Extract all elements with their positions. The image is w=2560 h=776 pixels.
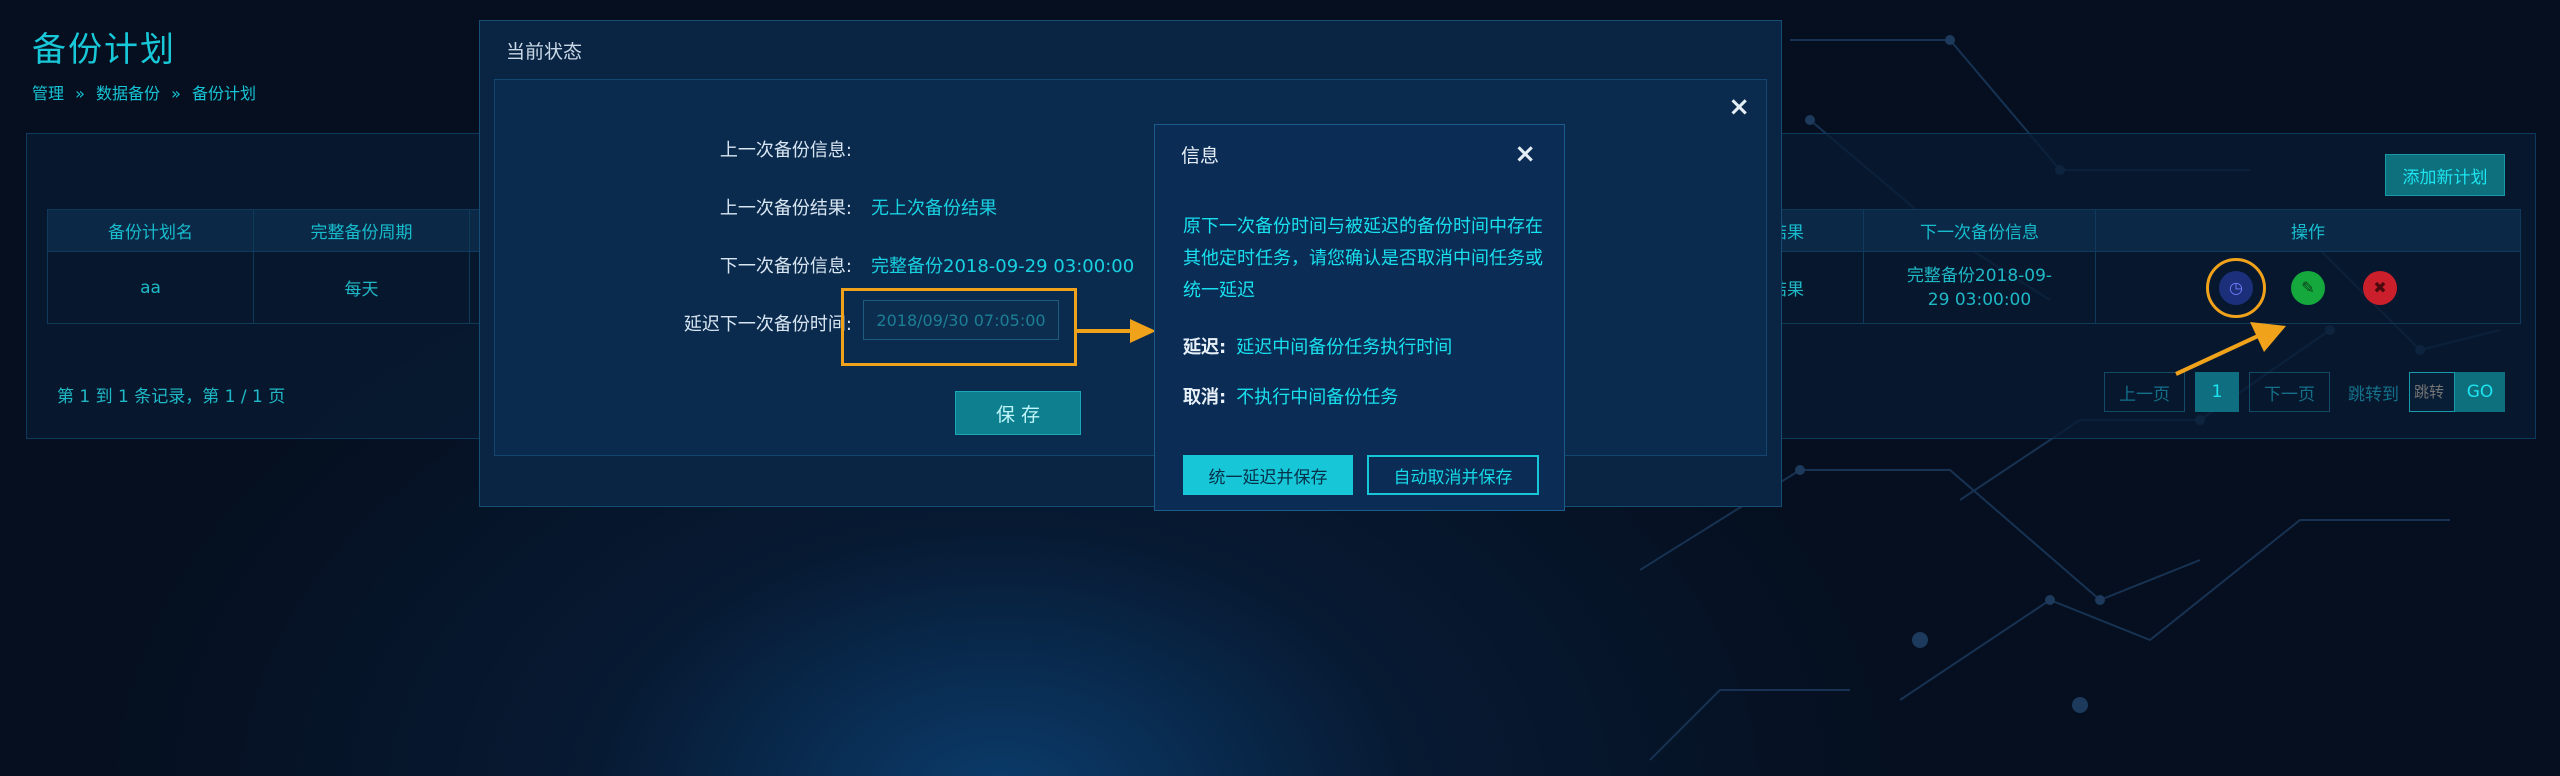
jump-label: 跳转到 [2348,384,2399,405]
breadcrumb-separator: » [75,84,85,103]
cancel-text: 不执行中间备份任务 [1236,387,1399,408]
next-info-label: 下一次备份信息: [719,256,852,277]
next-info-text: 完整备份2018-09-29 03:00:00 [1906,265,2053,310]
current-status-modal: 当前状态 × 上一次备份信息: 上一次备份结果: 无上次备份结果 下一次备份信息… [479,20,1782,507]
arrow-to-info [1076,319,1156,343]
col-operations: 操作 [2095,209,2521,252]
unify-delay-save-button[interactable]: 统一延迟并保存 [1183,455,1353,495]
save-button[interactable]: 保 存 [955,391,1081,435]
delay-text: 延迟中间备份任务执行时间 [1236,337,1453,358]
cell-operations: ◷ ✎ ✖ [2095,251,2521,324]
highlight-box [841,288,1077,366]
close-icon[interactable]: × [1728,92,1750,122]
delay-label: 延迟下一次备份时间: [683,314,852,335]
col-next-info: 下一次备份信息 [1863,209,2096,252]
cell-cycle: 每天 [253,251,470,324]
cell-plan-name: aa [47,251,254,324]
delay-explanation: 延迟: 延迟中间备份任务执行时间 [1183,333,1452,359]
info-dialog: 信息 × 原下一次备份时间与被延迟的备份时间中存在其他定时任务，请您确认是否取消… [1154,124,1565,511]
info-dialog-title: 信息 [1181,145,1220,167]
cell-next-info: 完整备份2018-09-29 03:00:00 [1863,251,2096,324]
trash-icon[interactable]: ✖ [2363,270,2397,305]
go-button[interactable]: GO [2455,372,2505,412]
jump-page-input[interactable] [2409,372,2455,412]
record-info: 第 1 到 1 条记录，第 1 / 1 页 [57,387,286,407]
col-plan-name: 备份计划名 [47,209,254,252]
breadcrumb-separator: » [171,84,181,103]
last-result-row: 上一次备份结果: 无上次备份结果 [495,194,1768,219]
col-full-cycle: 完整备份周期 [253,209,470,252]
modal-title: 当前状态 [506,41,583,63]
operation-icons: ◷ ✎ ✖ [2096,257,2520,318]
add-plan-button[interactable]: 添加新计划 [2385,154,2505,196]
last-result-label: 上一次备份结果: [719,198,852,219]
info-message: 原下一次备份时间与被延迟的备份时间中存在其他定时任务，请您确认是否取消中间任务或… [1183,216,1543,301]
clock-icon[interactable]: ◷ [2206,257,2266,318]
last-result-value: 无上次备份结果 [871,198,997,219]
arrow-to-clock [2175,322,2286,376]
breadcrumb-backup-plan: 备份计划 [192,84,257,103]
breadcrumb: 管理 » 数据备份 » 备份计划 [32,80,262,104]
breadcrumb-data-backup[interactable]: 数据备份 [96,84,160,103]
page-title: 备份计划 [32,30,176,70]
cancel-explanation: 取消: 不执行中间备份任务 [1183,383,1398,409]
next-info-value: 完整备份2018-09-29 03:00:00 [871,256,1135,277]
last-info-label: 上一次备份信息: [719,140,852,161]
close-icon[interactable]: × [1514,139,1536,169]
last-info-row: 上一次备份信息: [495,136,1768,161]
pagination: 上一页 1 下一页 跳转到 GO [2104,372,2505,412]
next-info-row: 下一次备份信息: 完整备份2018-09-29 03:00:00 [495,252,1768,277]
cancel-key: 取消: [1183,387,1227,408]
auto-cancel-save-button[interactable]: 自动取消并保存 [1367,455,1539,495]
pencil-icon[interactable]: ✎ [2291,270,2325,305]
delay-key: 延迟: [1183,337,1227,358]
status-modal-body: × 上一次备份信息: 上一次备份结果: 无上次备份结果 下一次备份信息: 完整备… [494,79,1767,456]
breadcrumb-manage[interactable]: 管理 [32,84,64,103]
